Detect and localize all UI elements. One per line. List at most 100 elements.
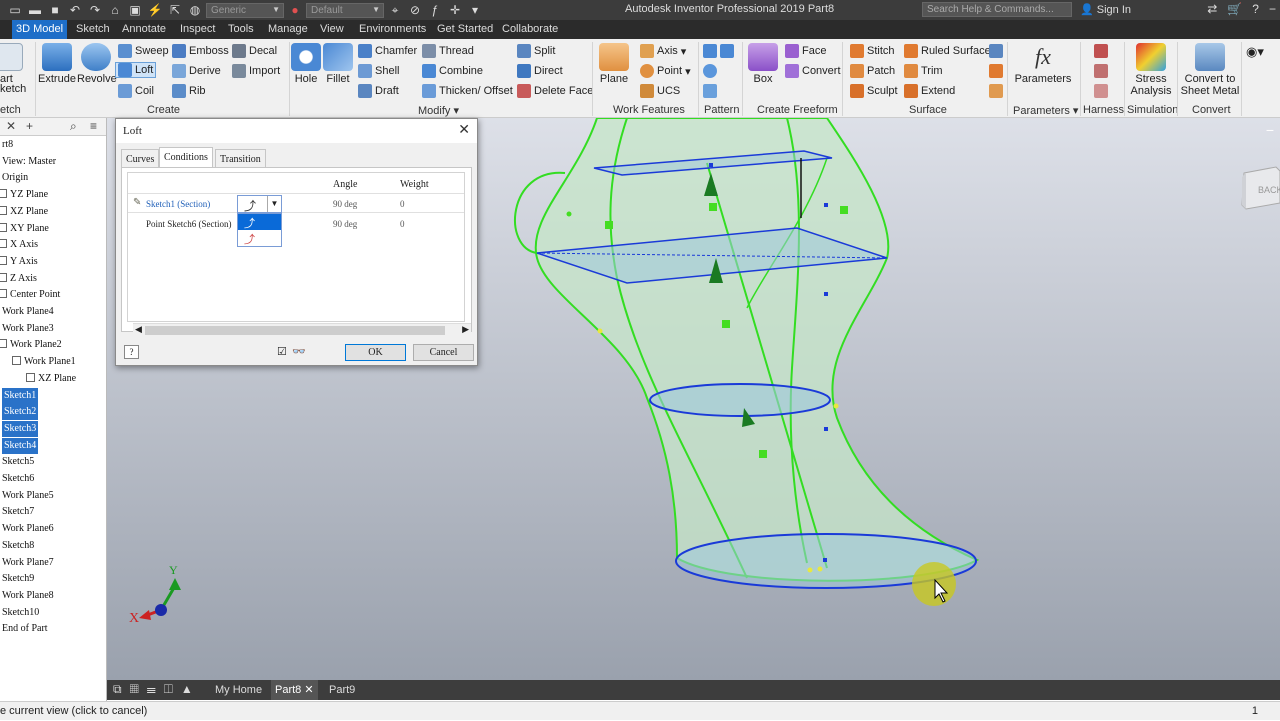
browser-item[interactable]: XZ Plane [26,371,76,387]
save-icon[interactable]: ■ [46,2,64,18]
harness-edit-icon[interactable] [1094,64,1108,78]
extend-button[interactable]: Extend [904,84,955,98]
tab-view[interactable]: View [316,20,348,39]
update-icon[interactable]: ⚡ [146,2,164,18]
draft-button[interactable]: Draft [358,84,399,98]
tab-get-started[interactable]: Get Started [433,20,497,39]
search-icon[interactable]: ⌕ [70,119,77,134]
extrude-button[interactable]: Extrude [38,43,76,85]
browser-item[interactable]: Work Plane2 [0,337,62,353]
open-folder-icon[interactable]: ▬ [26,2,44,18]
condition-option-free[interactable]: ⤴ [238,214,281,230]
browser-item[interactable]: XY Plane [0,221,49,237]
browser-item[interactable]: Y Axis [0,254,38,270]
chamfer-button[interactable]: Chamfer [358,44,417,58]
undo-icon[interactable]: ↶ [66,2,84,18]
close-icon[interactable]: ✕ [6,119,16,133]
surface-extra-buttons[interactable] [989,44,1003,98]
sculpt-button[interactable]: Sculpt [850,84,898,98]
fit-mesh-face-icon[interactable] [989,84,1003,98]
browser-item[interactable]: Work Plane1 [12,354,76,370]
start-sketch-button[interactable]: art ketch [0,43,26,95]
sweep-button[interactable]: Sweep [118,44,169,58]
handle[interactable] [840,206,848,214]
browser-item[interactable]: Work Plane6 [2,521,54,537]
rib-button[interactable]: Rib [172,84,206,98]
add-icon[interactable]: + [26,119,33,133]
hole-button[interactable]: Hole [291,43,321,85]
plus-icon[interactable]: ✛ [446,2,464,18]
plane-button[interactable]: Plane [597,43,631,85]
decal-button[interactable]: Decal [232,44,277,58]
split-button[interactable]: Split [517,44,555,58]
box-button[interactable]: Box [746,43,780,85]
harness-icon[interactable] [1094,44,1108,58]
home-icon[interactable]: ⌂ [106,2,124,18]
tab-sketch[interactable]: Sketch [72,20,114,39]
viewcube[interactable]: BACK [1236,163,1280,213]
thread-button[interactable]: Thread [422,44,474,58]
browser-item[interactable]: rt8 [2,137,13,153]
revolve-button[interactable]: Revolve [77,43,117,85]
close-tab-icon[interactable]: ✕ [304,684,313,696]
repair-bodies-icon[interactable] [989,64,1003,78]
loft-button[interactable]: Loft [114,62,157,78]
browser-item[interactable]: Center Point [0,287,60,303]
menu-icon[interactable]: ≡ [90,119,97,133]
sketch-pattern-button[interactable] [703,84,717,98]
harness-points-icon[interactable] [1094,84,1108,98]
stress-analysis-button[interactable]: Stress Analysis [1128,43,1174,97]
handle[interactable] [722,320,730,328]
browser-item[interactable]: End of Part [2,621,48,637]
combine-button[interactable]: Combine [422,64,483,78]
row-name[interactable]: Sketch1 (Section) [146,199,210,209]
tab-conditions[interactable]: Conditions [159,147,213,168]
appearance-combo[interactable]: Generic ▼ [206,2,284,18]
row-weight[interactable]: 0 [400,199,405,209]
browser-item[interactable]: Sketch7 [2,504,34,520]
browser-item[interactable]: Work Plane4 [2,304,54,320]
cancel-button[interactable]: Cancel [413,344,474,361]
redo-icon[interactable]: ↷ [86,2,104,18]
browser-item[interactable]: Work Plane8 [2,588,54,604]
ok-button[interactable]: OK [345,344,406,361]
ruled-surface-button[interactable]: Ruled Surface [904,44,991,58]
browser-item[interactable]: Sketch2 [2,404,39,421]
tab-part9[interactable]: Part9 [325,680,359,700]
row-angle[interactable]: 90 deg [333,199,357,209]
condition-row[interactable]: ✎ Sketch1 (Section) 90 deg 0 [128,193,464,213]
handle[interactable] [759,450,767,458]
scroll-right-icon[interactable]: ▶ [462,324,469,335]
browser-item[interactable]: Work Plane3 [2,321,54,337]
browser-item[interactable]: Z Axis [0,271,37,287]
panel-parameters-label[interactable]: Parameters ▾ [1013,104,1078,117]
derive-button[interactable]: Derive [172,64,221,78]
browser-item[interactable]: Sketch4 [2,437,39,454]
help-icon[interactable]: ? [124,345,139,359]
harness-buttons[interactable] [1094,44,1108,98]
sign-in-link[interactable]: 👤 Sign In [1080,3,1131,16]
ribbon-options-button[interactable]: ◉▾ [1246,44,1264,60]
fillet-button[interactable]: Fillet [322,43,354,85]
save-as-icon[interactable]: ▣ [126,2,144,18]
scroll-thumb[interactable] [145,326,445,335]
thicken-offset-button[interactable]: Thicken/ Offset [422,84,513,98]
scroll-left-icon[interactable]: ◀ [135,324,142,335]
circular-pattern-button[interactable] [703,64,717,78]
customize-icon[interactable]: ▾ [466,2,484,18]
row-angle[interactable]: 90 deg [333,219,357,229]
browser-item[interactable]: Sketch5 [2,454,34,470]
chevron-down-icon[interactable]: ▼ [267,196,281,212]
swap-icon[interactable]: ⇄ [1207,2,1217,16]
replace-face-icon[interactable] [989,44,1003,58]
adjust-icon[interactable]: ⌖ [386,2,404,18]
tab-curves[interactable]: Curves [121,149,160,168]
handle[interactable] [605,221,613,229]
browser-item[interactable]: Sketch1 [2,387,39,404]
tab-tools[interactable]: Tools [224,20,258,39]
material-combo[interactable]: Default ▼ [306,2,384,18]
select-icon[interactable]: ⇱ [166,2,184,18]
globe-icon[interactable]: ◍ [186,2,204,18]
cart-icon[interactable]: 🛒 [1227,2,1242,16]
tab-part8[interactable]: Part8 ✕ [271,680,318,700]
